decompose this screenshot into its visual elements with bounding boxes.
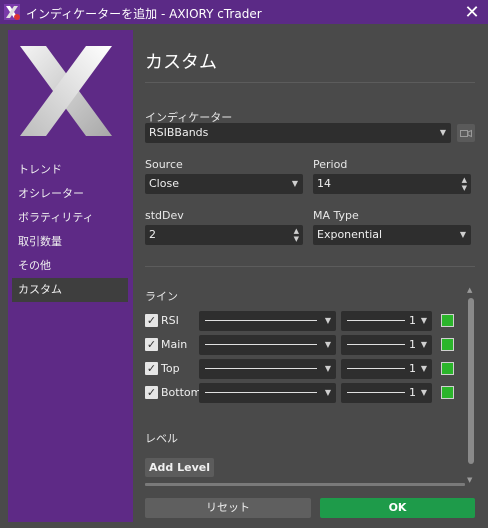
line-width-value: 1 — [409, 362, 416, 375]
line-label: Top — [161, 362, 180, 375]
reset-button[interactable]: リセット — [145, 498, 311, 518]
divider — [145, 82, 475, 83]
checkmark-icon: ✓ — [146, 314, 157, 327]
line-label: Bottom — [161, 386, 202, 399]
line-label: RSI — [161, 314, 179, 327]
sidebar-item-other[interactable]: その他 — [12, 254, 128, 278]
divider — [145, 266, 475, 267]
line-width-select[interactable]: 1 ▼ — [341, 383, 432, 403]
line-color-swatch[interactable] — [441, 314, 454, 327]
ma-type-select[interactable]: Exponential ▼ — [313, 225, 471, 245]
line-width-preview — [347, 392, 405, 393]
ma-type-label: MA Type — [313, 209, 359, 222]
line-width-value: 1 — [409, 386, 416, 399]
close-button[interactable]: ✕ — [456, 0, 488, 24]
category-sidebar: トレンド オシレーター ボラティリティ 取引数量 その他 カスタム — [8, 30, 133, 522]
chevron-down-icon: ▼ — [439, 128, 446, 137]
line-style-select[interactable]: ▼ — [199, 383, 336, 403]
page-title: カスタム — [145, 52, 217, 73]
line-width-value: 1 — [409, 338, 416, 351]
chevron-down-icon: ▼ — [324, 340, 331, 349]
chevron-down-icon: ▼ — [420, 388, 427, 397]
sidebar-item-oscillator[interactable]: オシレーター — [12, 182, 128, 206]
scroll-down-icon[interactable]: ▼ — [467, 476, 472, 484]
line-row-bottom: ✓ Bottom ▼ 1 ▼ — [145, 383, 465, 403]
ok-button[interactable]: OK — [320, 498, 475, 518]
close-icon: ✕ — [464, 1, 480, 23]
ma-type-value: Exponential — [317, 228, 383, 241]
period-label: Period — [313, 158, 348, 171]
main-checkbox[interactable]: ✓ — [145, 338, 158, 351]
line-color-swatch[interactable] — [441, 386, 454, 399]
line-width-preview — [347, 368, 405, 369]
checkmark-icon: ✓ — [146, 386, 157, 399]
line-color-swatch[interactable] — [441, 338, 454, 351]
lines-section-title: ライン — [145, 290, 178, 303]
line-label: Main — [161, 338, 188, 351]
line-style-select[interactable]: ▼ — [199, 359, 336, 379]
line-row-top: ✓ Top ▼ 1 ▼ — [145, 359, 465, 379]
checkmark-icon: ✓ — [146, 362, 157, 375]
bottom-checkbox[interactable]: ✓ — [145, 386, 158, 399]
line-style-preview — [205, 392, 317, 393]
line-color-swatch[interactable] — [441, 362, 454, 375]
sidebar-item-volatility[interactable]: ボラティリティ — [12, 206, 128, 230]
source-label: Source — [145, 158, 183, 171]
category-list: トレンド オシレーター ボラティリティ 取引数量 その他 カスタム — [12, 158, 128, 302]
checkmark-icon: ✓ — [146, 338, 157, 351]
dialog-body: トレンド オシレーター ボラティリティ 取引数量 その他 カスタム カスタム イ… — [0, 24, 488, 528]
line-style-preview — [205, 320, 317, 321]
window-title: インディケーターを追加 - AXIORY cTrader — [26, 7, 262, 21]
video-camera-icon — [460, 129, 472, 137]
source-select[interactable]: Close ▼ — [145, 174, 303, 194]
app-icon — [4, 4, 20, 20]
sidebar-item-trend[interactable]: トレンド — [12, 158, 128, 182]
stddev-stepper[interactable]: 2 ▲ ▼ — [145, 225, 303, 245]
chevron-down-icon: ▼ — [420, 316, 427, 325]
title-bar: インディケーターを追加 - AXIORY cTrader ✕ — [0, 0, 488, 24]
sidebar-item-custom[interactable]: カスタム — [12, 278, 128, 302]
line-row-main: ✓ Main ▼ 1 ▼ — [145, 335, 465, 355]
levels-section-title: レベル — [145, 432, 178, 445]
indicator-value: RSIBBands — [149, 126, 209, 139]
line-style-select[interactable]: ▼ — [199, 335, 336, 355]
line-row-rsi: ✓ RSI ▼ 1 ▼ — [145, 311, 465, 331]
line-width-preview — [347, 320, 405, 321]
line-style-preview — [205, 368, 317, 369]
line-style-preview — [205, 344, 317, 345]
top-checkbox[interactable]: ✓ — [145, 362, 158, 375]
chevron-down-icon: ▼ — [324, 364, 331, 373]
axiory-logo — [20, 46, 112, 136]
chevron-down-icon: ▼ — [324, 388, 331, 397]
source-value: Close — [149, 177, 179, 190]
line-width-select[interactable]: 1 ▼ — [341, 335, 432, 355]
scroll-thumb[interactable] — [468, 298, 474, 464]
line-style-select[interactable]: ▼ — [199, 311, 336, 331]
main-panel: カスタム インディケーター RSIBBands ▼ Source Close ▼… — [145, 24, 475, 498]
add-level-button[interactable]: Add Level — [145, 458, 214, 477]
sidebar-item-volume[interactable]: 取引数量 — [12, 230, 128, 254]
spin-arrows-icon[interactable]: ▲ ▼ — [294, 227, 299, 243]
chevron-down-icon: ▼ — [420, 340, 427, 349]
chevron-down-icon: ▼ — [291, 179, 298, 188]
spin-arrows-icon[interactable]: ▲ ▼ — [462, 176, 467, 192]
scroll-up-icon[interactable]: ▲ — [467, 286, 472, 294]
horizontal-scrollbar[interactable] — [145, 483, 465, 486]
video-button[interactable] — [457, 124, 475, 142]
stddev-label: stdDev — [145, 209, 184, 222]
line-width-preview — [347, 344, 405, 345]
indicator-select[interactable]: RSIBBands ▼ — [145, 123, 451, 143]
line-width-select[interactable]: 1 ▼ — [341, 359, 432, 379]
line-width-select[interactable]: 1 ▼ — [341, 311, 432, 331]
period-stepper[interactable]: 14 ▲ ▼ — [313, 174, 471, 194]
period-value: 14 — [317, 177, 331, 190]
stddev-value: 2 — [149, 228, 156, 241]
chevron-down-icon: ▼ — [459, 230, 466, 239]
rsi-checkbox[interactable]: ✓ — [145, 314, 158, 327]
vertical-scrollbar[interactable]: ▲ ▼ — [467, 286, 475, 486]
line-width-value: 1 — [409, 314, 416, 327]
chevron-down-icon: ▼ — [420, 364, 427, 373]
chevron-down-icon: ▼ — [324, 316, 331, 325]
